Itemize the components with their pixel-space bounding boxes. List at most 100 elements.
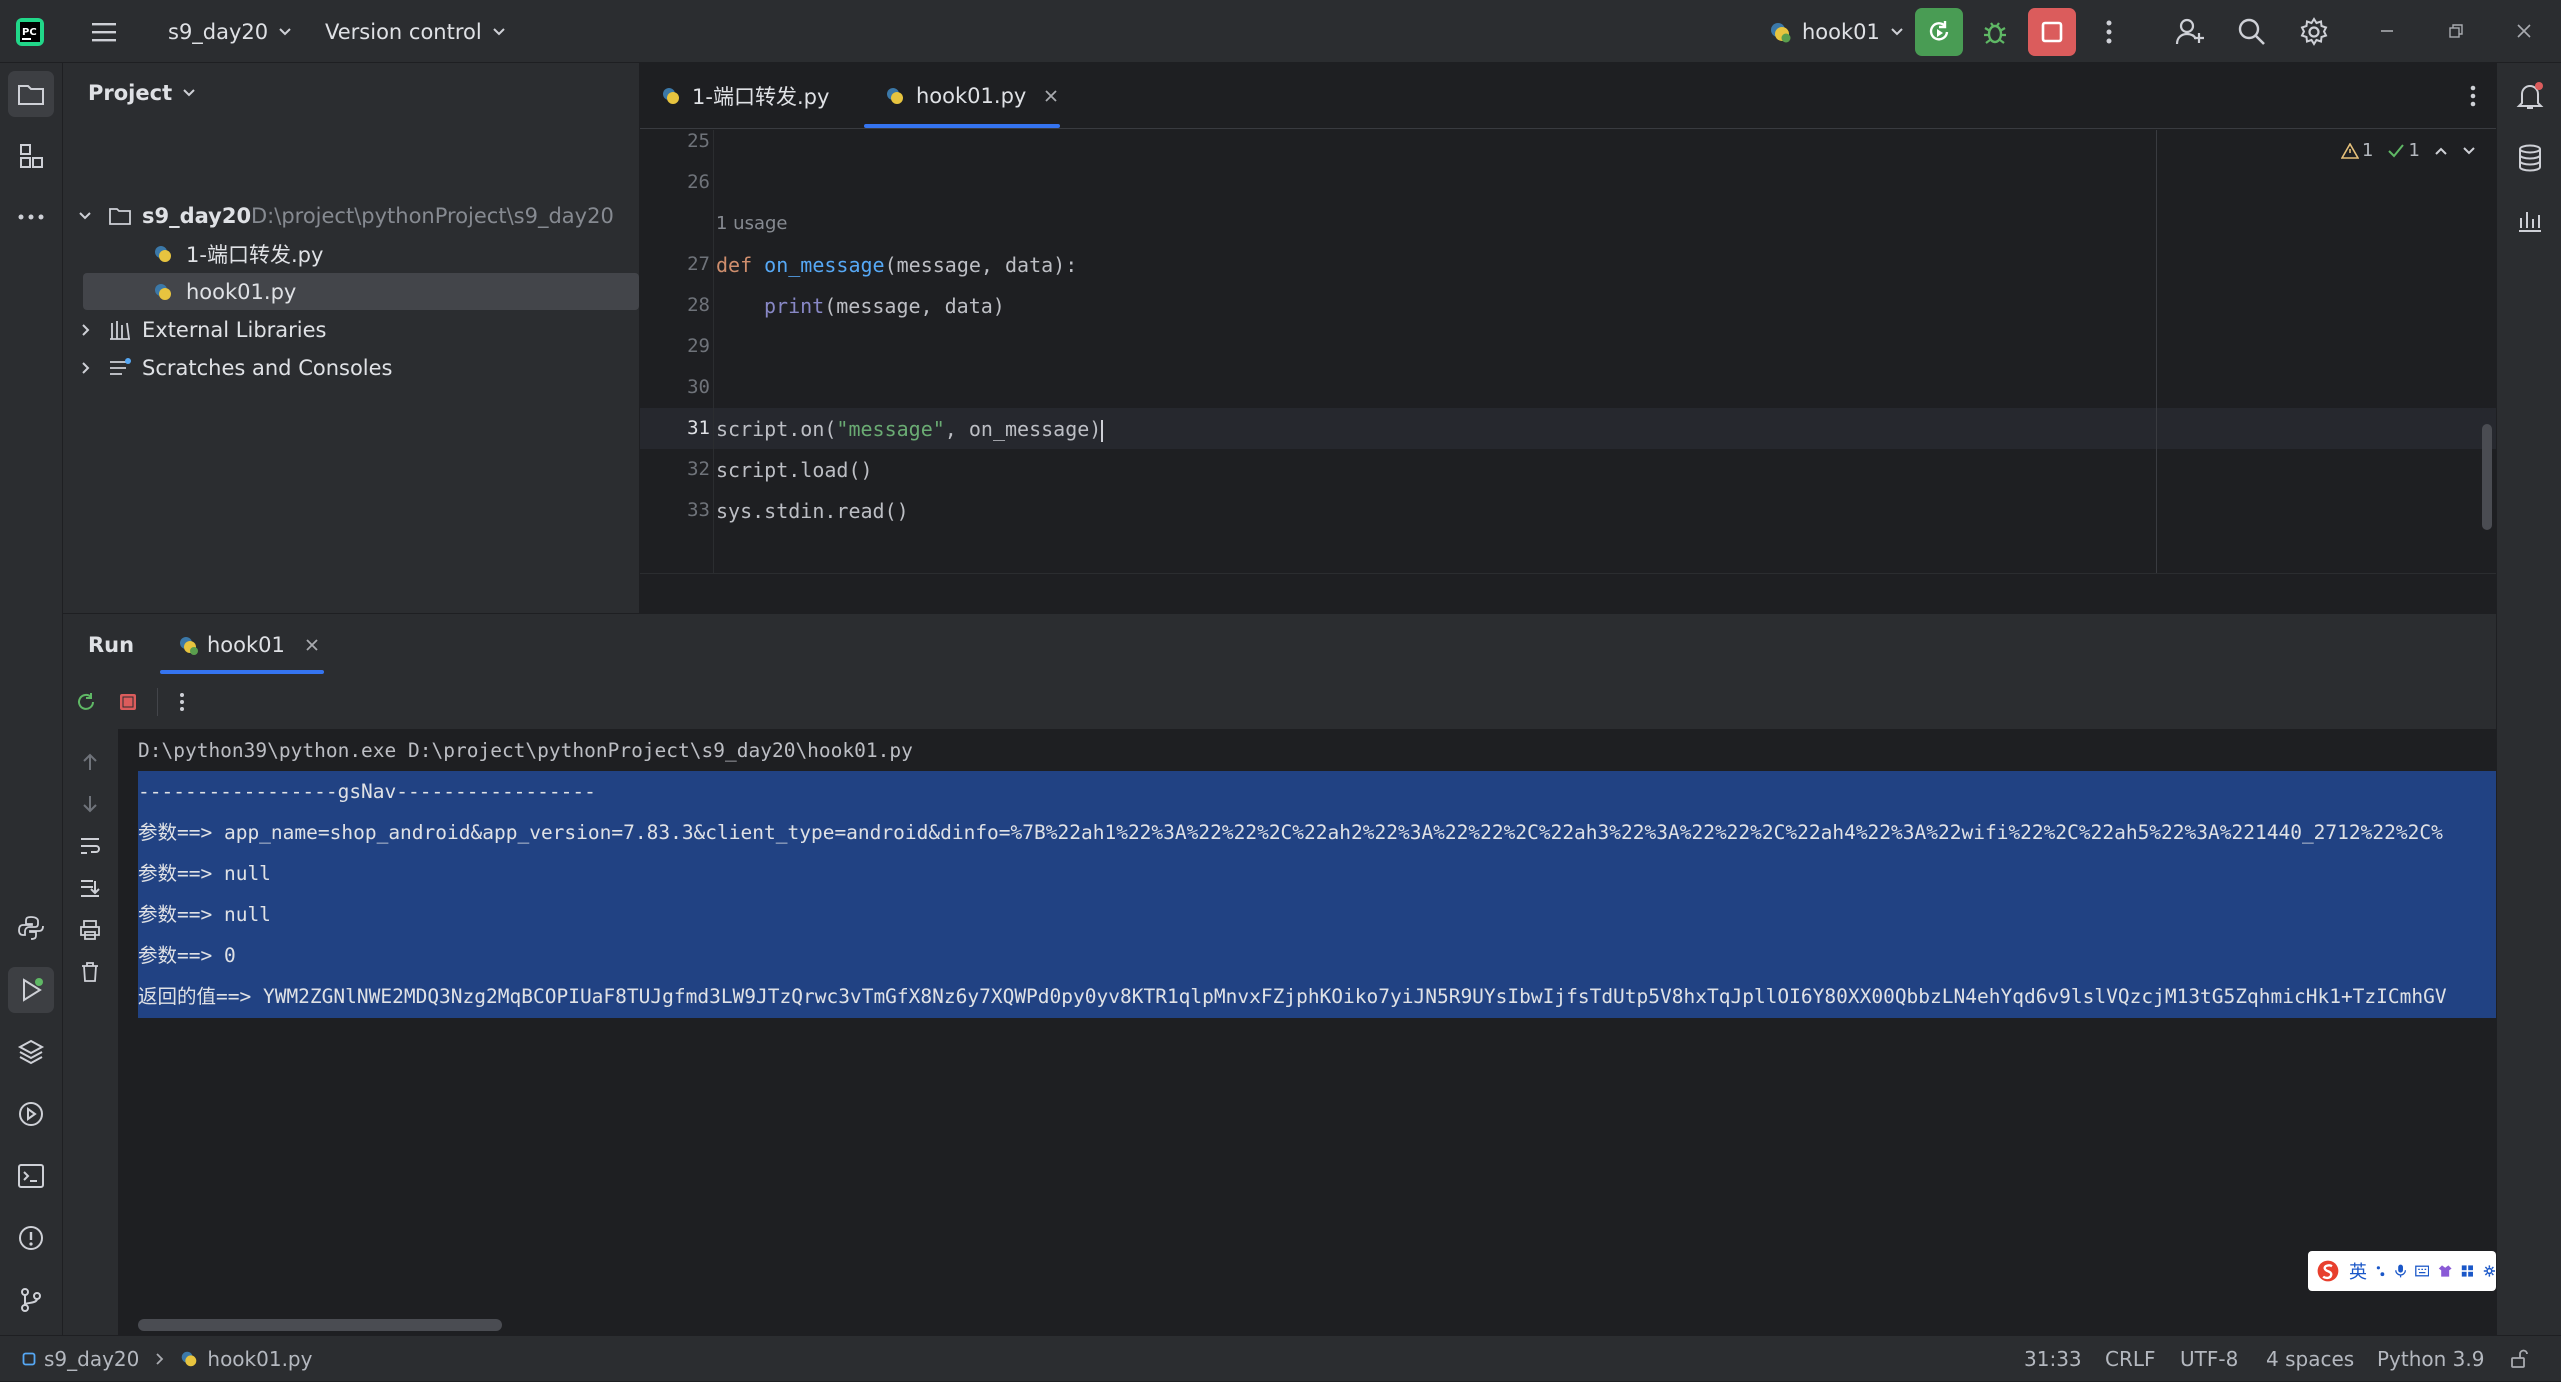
services-tool-button[interactable] — [10, 1093, 52, 1135]
run-tool-button[interactable] — [8, 967, 54, 1013]
usage-hint[interactable]: 1 usage — [716, 213, 788, 234]
code-editor[interactable]: 25 26 27 28 29 30 31 32 33 1 usage def o… — [640, 130, 2496, 573]
gutter-divider — [713, 130, 714, 573]
editor-scrollbar[interactable] — [2482, 424, 2492, 530]
run-config-name: hook01 — [1802, 19, 1880, 44]
readonly-toggle[interactable] — [2510, 1336, 2528, 1382]
right-margin-guide — [2156, 130, 2157, 573]
line-separator[interactable]: CRLF — [2105, 1336, 2156, 1382]
chevron-right-icon — [82, 323, 90, 336]
chevron-down-icon — [492, 27, 505, 35]
project-panel-title: Project — [88, 81, 173, 105]
stop-button[interactable] — [2028, 8, 2076, 56]
restore-window-button[interactable] — [2441, 16, 2471, 46]
stop-button[interactable] — [113, 687, 143, 717]
tab-options-button[interactable] — [2458, 81, 2488, 111]
arrow-down-icon — [83, 796, 97, 813]
tab-port-forward[interactable]: 1-端口转发.py — [660, 63, 829, 129]
scroll-to-end-button[interactable] — [75, 873, 105, 903]
scroll-down-button[interactable] — [75, 789, 105, 819]
run-more-button[interactable] — [167, 687, 197, 717]
project-name: s9_day20 — [168, 19, 269, 44]
chevron-up-icon[interactable] — [2434, 146, 2448, 156]
soft-wrap-button[interactable] — [75, 831, 105, 861]
tab-hook01[interactable]: hook01.py — [884, 63, 1058, 129]
code-text: , on_message) — [944, 417, 1102, 441]
structure-tool-button[interactable] — [10, 135, 52, 177]
notifications-button[interactable] — [2509, 75, 2551, 117]
chevron-down-icon — [79, 211, 91, 219]
caret-position[interactable]: 31:33 — [2024, 1336, 2082, 1382]
more-tool-windows-button[interactable] — [10, 196, 52, 238]
clear-all-button[interactable] — [75, 957, 105, 987]
file-encoding[interactable]: UTF-8 — [2180, 1336, 2238, 1382]
close-icon — [2517, 24, 2531, 38]
indent-setting[interactable]: 4 spaces — [2266, 1336, 2354, 1382]
add-user-icon — [2175, 18, 2204, 45]
scratches-label: Scratches and Consoles — [142, 355, 393, 380]
layers-tool-button[interactable] — [10, 1031, 52, 1073]
minimize-window-button[interactable] — [2372, 16, 2402, 46]
more-vertical-icon — [2106, 20, 2112, 44]
version-control-menu[interactable]: Version control — [325, 0, 506, 63]
terminal-tool-button[interactable] — [10, 1155, 52, 1197]
run-tab-hook01[interactable]: hook01 — [177, 614, 319, 676]
close-icon[interactable] — [305, 638, 319, 652]
stop-icon — [2041, 21, 2063, 43]
scroll-up-button[interactable] — [75, 747, 105, 777]
microphone-icon — [2394, 1264, 2406, 1278]
sciview-tool-button[interactable] — [2509, 199, 2551, 241]
line-number: 27 — [687, 253, 710, 275]
git-tool-button[interactable] — [10, 1279, 52, 1321]
search-everywhere-button[interactable] — [2232, 12, 2272, 52]
trash-icon — [82, 962, 98, 982]
rerun-button[interactable] — [71, 687, 101, 717]
database-tool-button[interactable] — [2509, 137, 2551, 179]
project-switcher[interactable]: s9_day20 — [168, 0, 292, 63]
code-line-33: sys.stdin.read() — [716, 499, 909, 523]
run-config-selector[interactable]: hook01 — [1768, 0, 1904, 63]
rerun-icon — [1929, 21, 1949, 41]
settings-button[interactable] — [2294, 12, 2334, 52]
project-panel-header[interactable]: Project — [88, 81, 196, 105]
file-node-hook01[interactable]: hook01.py — [83, 273, 639, 310]
run-tool-window-header: Run hook01 — [63, 613, 2496, 675]
project-tool-button[interactable] — [8, 71, 54, 117]
inspection-widget[interactable]: 1 1 — [2341, 140, 2476, 161]
code-line-32: script.load() — [716, 458, 873, 482]
print-button[interactable] — [75, 915, 105, 945]
line-number: 32 — [687, 458, 710, 480]
code-with-me-button[interactable] — [2170, 12, 2210, 52]
library-icon — [110, 320, 130, 340]
python-run-config-icon — [180, 637, 198, 655]
builtin-name: print — [764, 294, 825, 318]
debug-button[interactable] — [1975, 12, 2015, 52]
console-horizontal-scrollbar[interactable] — [138, 1319, 502, 1331]
run-console[interactable]: D:\python39\python.exe D:\project\python… — [118, 729, 2496, 1335]
more-actions-button[interactable] — [2094, 14, 2124, 50]
python-packages-button[interactable] — [10, 907, 52, 949]
active-tab-indicator — [864, 124, 1060, 128]
database-icon — [2519, 144, 2541, 172]
breadcrumb-project[interactable]: s9_day20 — [44, 1347, 139, 1371]
scratches-node[interactable]: Scratches and Consoles — [63, 349, 623, 386]
svg-text:PC: PC — [22, 27, 37, 38]
soft-wrap-icon — [81, 838, 100, 854]
more-vertical-icon — [180, 693, 184, 711]
ime-toolbar[interactable]: 英 — [2308, 1251, 2496, 1291]
editor-bottom-space — [640, 573, 2496, 613]
external-libraries-node[interactable]: External Libraries — [63, 311, 623, 348]
rerun-button[interactable] — [1915, 8, 1963, 56]
python-interpreter[interactable]: Python 3.9 — [2377, 1336, 2485, 1382]
close-window-button[interactable] — [2509, 16, 2539, 46]
printer-icon — [80, 920, 100, 940]
file-node-port-forward[interactable]: 1-端口转发.py — [83, 235, 643, 272]
breadcrumb-file[interactable]: hook01.py — [207, 1347, 312, 1371]
close-icon[interactable] — [1044, 89, 1058, 103]
run-side-toolbar — [63, 729, 118, 1335]
punctuation-icon — [2376, 1266, 2385, 1277]
main-menu-icon[interactable] — [88, 16, 120, 48]
chevron-down-icon[interactable] — [2462, 146, 2476, 156]
python-run-config-icon — [1771, 22, 1791, 42]
problems-tool-button[interactable] — [10, 1217, 52, 1259]
